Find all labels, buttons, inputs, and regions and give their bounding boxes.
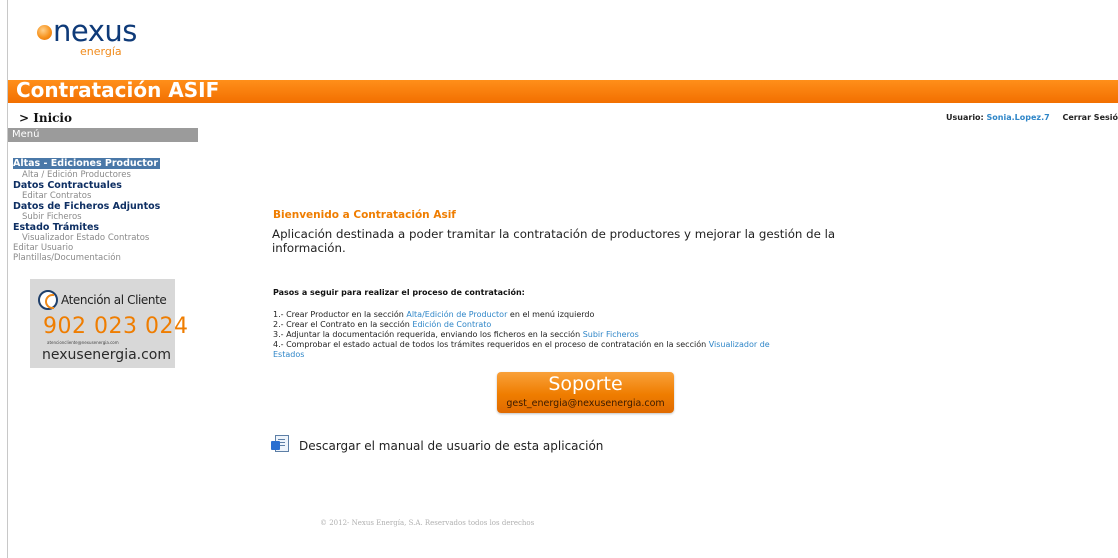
steps-list: 1.- Crear Productor en la sección Alta/E… [273, 310, 913, 360]
sidebar-item-plantillas[interactable]: Plantillas/Documentación [13, 253, 198, 263]
app-title: Contratación ASIF [16, 78, 220, 102]
user-name-link[interactable]: Sonia.Lopez.7 [987, 113, 1050, 122]
sidebar-item-subir-ficheros[interactable]: Subir Ficheros [13, 212, 198, 222]
customer-service-email: atencioncliente@nexusenergia.com [47, 340, 119, 345]
phone-icon [38, 290, 58, 310]
step-item-continuation: Estados [273, 350, 913, 360]
user-area: Usuario: Sonia.Lopez.7 Cerrar Sesió [946, 113, 1118, 122]
menu-header: Menú [8, 128, 198, 142]
step-link-alta-productor[interactable]: Alta/Edición de Productor [406, 310, 507, 319]
sidebar-item-visualizador-estado[interactable]: Visualizador Estado Contratos [13, 233, 198, 243]
support-button-title: Soporte [548, 373, 623, 395]
breadcrumb[interactable]: > Inicio [19, 111, 72, 125]
step-text: 3.- Adjuntar la documentación requerida,… [273, 330, 583, 339]
sidebar-section-datos-contractuales[interactable]: Datos Contractuales [13, 180, 198, 191]
menu-heading: Menú [12, 129, 40, 140]
footer-copyright: © 2012- Nexus Energía, S.A. Reservados t… [320, 519, 535, 527]
welcome-heading: Bienvenido a Contratación Asif [273, 209, 456, 221]
nexus-logo[interactable]: nexus energía [37, 14, 147, 62]
step-item: 4.- Comprobar el estado actual de todos … [273, 340, 913, 350]
step-text: 4.- Comprobar el estado actual de todos … [273, 340, 709, 349]
user-label: Usuario: [946, 113, 984, 122]
sidebar-item-editar-contratos[interactable]: Editar Contratos [13, 191, 198, 201]
document-download-icon[interactable] [271, 435, 289, 452]
step-item: 1.- Crear Productor en la sección Alta/E… [273, 310, 913, 320]
sidebar-menu: Altas - Ediciones Productor Alta / Edici… [13, 151, 198, 263]
step-item: 2.- Crear el Contrato en la sección Edic… [273, 320, 913, 330]
customer-service-web: nexusenergia.com [42, 347, 172, 363]
sidebar-item-editar-usuario[interactable]: Editar Usuario [13, 243, 198, 253]
step-link-subir-ficheros[interactable]: Subir Ficheros [583, 330, 639, 339]
customer-service-label: Atención al Cliente [61, 293, 167, 307]
step-text: 2.- Crear el Contrato en la sección [273, 320, 413, 329]
step-link-edicion-contrato[interactable]: Edición de Contrato [412, 320, 491, 329]
step-link-visualizador[interactable]: Visualizador de [709, 340, 770, 349]
download-badge [271, 441, 280, 450]
step-link-estados[interactable]: Estados [273, 350, 304, 359]
sidebar-section-estado-tramites[interactable]: Estado Trámites [13, 222, 198, 233]
customer-service-phone: 902 023 024 [43, 314, 189, 339]
sidebar-section-altas[interactable]: Altas - Ediciones Productor [13, 158, 161, 169]
step-item: 3.- Adjuntar la documentación requerida,… [273, 330, 913, 340]
step-text: 1.- Crear Productor en la sección [273, 310, 407, 319]
title-bar: Contratación ASIF [8, 78, 1118, 103]
customer-service-card[interactable]: Atención al Cliente 902 023 024 atencion… [30, 279, 188, 368]
logo-sun-icon [37, 25, 52, 40]
logout-link[interactable]: Cerrar Sesió [1062, 113, 1118, 122]
sidebar-item-alta-edicion-productores[interactable]: Alta / Edición Productores [13, 170, 198, 180]
steps-title: Pasos a seguir para realizar el proceso … [273, 288, 525, 297]
logo-wordmark: nexus [53, 14, 137, 48]
download-manual-link[interactable]: Descargar el manual de usuario de esta a… [299, 439, 603, 453]
sidebar-section-ficheros-adjuntos[interactable]: Datos de Ficheros Adjuntos [13, 201, 198, 212]
support-button[interactable]: Soporte gest_energia@nexusenergia.com [497, 372, 674, 413]
logo-subtitle: energía [80, 45, 122, 58]
support-button-email: gest_energia@nexusenergia.com [506, 398, 665, 409]
intro-text: Aplicación destinada a poder tramitar la… [272, 227, 836, 255]
step-text: en el menú izquierdo [507, 310, 595, 319]
